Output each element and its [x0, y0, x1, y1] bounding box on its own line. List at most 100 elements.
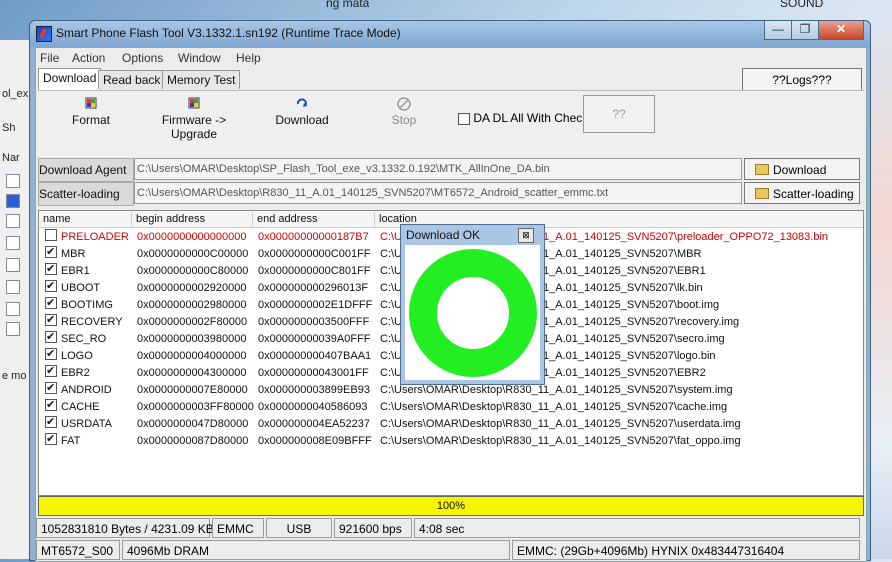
tab-memory-test[interactable]: Memory Test — [162, 70, 241, 89]
background-text: Sh — [2, 122, 16, 134]
folder-icon — [755, 188, 769, 199]
partition-name: MBR — [61, 248, 86, 260]
format-button[interactable]: Format — [66, 97, 116, 127]
download-agent-path-field[interactable]: C:\Users\OMAR\Desktop\SP_Flash_Tool_exe_… — [134, 158, 742, 180]
success-ring-icon — [409, 249, 537, 377]
firmware-upgrade-icon — [187, 97, 201, 109]
end-address: 0x00000000000187B7 — [258, 231, 369, 243]
download-label: Download — [275, 113, 329, 127]
dialog-body — [405, 245, 540, 380]
end-address: 0x000000000407BAA1 — [258, 350, 372, 362]
download-button[interactable]: Download — [272, 97, 332, 127]
table-row[interactable]: USRDATA 0x0000000047D80000 0x000000004EA52… — [39, 414, 863, 433]
end-address: 0x000000004EA52237 — [258, 418, 370, 430]
download-agent-button[interactable]: Download Agent — [744, 158, 860, 199]
download-ok-dialog: Download OK ⊠ — [400, 224, 545, 385]
file-icon — [6, 236, 20, 250]
flash-tool-window: Smart Phone Flash Tool V3.1332.1.sn192 (… — [29, 20, 871, 562]
menu-window[interactable]: Window — [178, 51, 221, 65]
partition-location[interactable]: C:\Users\OMAR\Desktop\R830_11_A.01_14012… — [380, 399, 727, 416]
status-baud-rate: 921600 bps — [334, 518, 412, 538]
minimize-button[interactable]: — — [764, 21, 792, 40]
stop-button[interactable]: Stop — [384, 97, 424, 127]
begin-address: 0x0000000000C80000 — [137, 265, 249, 277]
menu-options[interactable]: Options — [122, 51, 163, 65]
table-row[interactable]: CACHE 0x0000000003FF80000 0x00000000405860… — [39, 397, 863, 416]
file-icon — [6, 214, 20, 228]
stop-label: Stop — [391, 113, 417, 127]
unknown-button[interactable]: ?? — [583, 95, 655, 133]
begin-address: 0x0000000003FF80000 — [137, 401, 254, 413]
desktop-text: SOUND — [780, 0, 824, 10]
menu-file[interactable]: File — [40, 51, 59, 65]
toolbar: Format Firmware -> Upgrade Download Stop — [38, 90, 864, 157]
status-emmc-info: EMMC: (29Gb+4096Mb) HYNIX 0x483447316404 — [512, 540, 860, 560]
table-row[interactable]: FAT 0x0000000087D80000 0x000000008E09BFFF C… — [39, 431, 863, 450]
status-dram: 4096Mb DRAM — [122, 540, 510, 560]
download-agent-label: Download Agent — [38, 158, 134, 182]
status-connection: USB — [266, 518, 332, 538]
end-address: 0x000000003899EB93 — [258, 384, 370, 396]
menu-action[interactable]: Action — [72, 51, 105, 65]
partition-location[interactable]: C:\Users\OMAR\Desktop\R830_11_A.01_14012… — [380, 433, 741, 450]
stop-icon — [397, 97, 411, 111]
column-header-end-address[interactable]: end address — [252, 212, 318, 227]
begin-address: 0x0000000087D80000 — [137, 435, 249, 447]
menu-help[interactable]: Help — [236, 51, 261, 65]
partition-location[interactable]: C:\Users\OMAR\Desktop\R830_11_A.01_14012… — [380, 416, 741, 433]
partition-name: ANDROID — [61, 384, 112, 396]
tab-download[interactable]: Download — [38, 68, 102, 90]
end-address: 0x0000000040586093 — [258, 401, 368, 413]
close-button[interactable]: ✕ — [818, 21, 864, 40]
menu-bar: File Action Options Window Help — [36, 48, 866, 68]
end-address: 0x0000000003500FFF — [258, 316, 370, 328]
status-chip: MT6572_S00 — [36, 540, 120, 560]
da-dl-all-check-option[interactable]: DA DL All With Check — [458, 111, 588, 125]
begin-address: 0x0000000000C00000 — [137, 248, 249, 260]
file-icon — [6, 174, 20, 188]
scatter-loading-button[interactable]: Scatter-loading — [744, 182, 860, 204]
status-storage-type: EMMC — [212, 518, 264, 538]
app-icon — [36, 26, 52, 42]
end-address: 0x000000008E09BFFF — [258, 435, 372, 447]
file-icon — [6, 322, 20, 336]
title-bar[interactable]: Smart Phone Flash Tool V3.1332.1.sn192 (… — [30, 21, 870, 47]
file-icon — [6, 302, 20, 316]
dialog-title: Download OK — [406, 228, 481, 242]
status-bytes-speed: 1052831810 Bytes / 4231.09 KBps — [36, 518, 226, 538]
column-header-begin-address[interactable]: begin address — [131, 212, 205, 227]
dialog-close-button[interactable]: ⊠ — [518, 228, 534, 243]
end-address: 0x0000000002E1DFFF — [258, 299, 373, 311]
partition-name: BOOTIMG — [61, 299, 113, 311]
window-title: Smart Phone Flash Tool V3.1332.1.sn192 (… — [56, 26, 401, 40]
format-label: Format — [71, 113, 110, 127]
partition-name: EBR1 — [61, 265, 90, 277]
end-address: 0x0000000000C801FF — [258, 265, 371, 277]
firmware-upgrade-button[interactable]: Firmware -> Upgrade — [138, 97, 250, 141]
end-address: 0x00000000039A0FFF — [258, 333, 371, 345]
partition-name: EBR2 — [61, 367, 90, 379]
begin-address: 0x0000000004300000 — [137, 367, 247, 379]
partition-name: PRELOADER — [61, 231, 129, 243]
end-address: 0x0000000000C001FF — [258, 248, 371, 260]
firmware-upgrade-label: Firmware -> Upgrade — [161, 113, 227, 141]
file-icon — [6, 280, 20, 294]
format-icon — [84, 97, 98, 109]
download-progress-bar: 100% — [38, 496, 864, 516]
end-address: 0x00000000043001FF — [258, 367, 369, 379]
scatter-loading-path-field[interactable]: C:\Users\OMAR\Desktop\R830_11_A.01_14012… — [134, 182, 742, 204]
scatter-loading-label: Scatter-loading File — [38, 182, 134, 223]
file-icon — [6, 258, 20, 272]
begin-address: 0x0000000002F80000 — [137, 316, 248, 328]
window-client-area: File Action Options Window Help Download… — [35, 47, 867, 562]
partition-name: SEC_RO — [61, 333, 107, 345]
begin-address: 0x0000000002980000 — [137, 299, 247, 311]
background-text: ol_ex — [2, 88, 29, 100]
tab-read-back[interactable]: Read back — [98, 70, 166, 89]
da-dl-checkbox[interactable] — [458, 112, 470, 125]
da-dl-label: DA DL All With Check — [473, 111, 589, 125]
logs-button[interactable]: ??Logs??? — [742, 68, 862, 92]
column-header-name[interactable]: name — [39, 212, 71, 227]
maximize-button[interactable]: ❐ — [791, 21, 819, 40]
end-address: 0x000000000296013F — [258, 282, 369, 294]
